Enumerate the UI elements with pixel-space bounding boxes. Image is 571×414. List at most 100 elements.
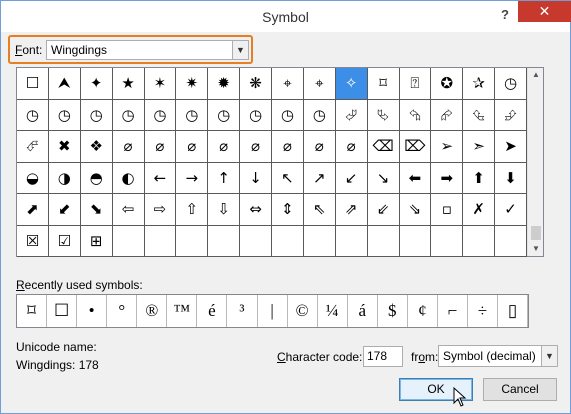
symbol-cell[interactable]: ⬇ <box>495 162 527 194</box>
recent-symbol-cell[interactable]: | <box>258 295 288 327</box>
symbol-cell[interactable]: ⇕ <box>272 194 304 226</box>
symbol-grid-scrollbar[interactable]: ▲ ▼ <box>527 68 543 256</box>
symbol-cell-empty[interactable] <box>144 225 177 257</box>
symbol-cell[interactable]: ✰ <box>463 68 496 100</box>
symbol-cell-empty[interactable] <box>303 225 336 257</box>
recent-symbol-cell[interactable]: ÷ <box>468 295 498 327</box>
symbol-cell[interactable]: ⬆ <box>463 162 496 194</box>
symbol-cell[interactable]: ⇦ <box>112 194 145 226</box>
symbol-cell[interactable]: ✗ <box>463 194 496 226</box>
symbol-cell-empty[interactable] <box>495 225 527 257</box>
symbol-cell[interactable]: ⌀ <box>335 131 368 163</box>
symbol-cell[interactable]: ⬋ <box>48 194 81 226</box>
symbol-cell[interactable]: ❖ <box>80 131 113 163</box>
symbol-cell[interactable]: ⌀ <box>240 131 272 163</box>
recent-symbol-cell[interactable]: ° <box>107 295 138 327</box>
symbol-cell[interactable]: ↙ <box>335 162 368 194</box>
symbol-cell-empty[interactable] <box>367 225 400 257</box>
symbol-cell[interactable]: ◷ <box>208 99 241 131</box>
symbol-cell[interactable]: ⮶ <box>17 131 49 163</box>
symbol-cell[interactable]: ⌖ <box>272 68 304 100</box>
recent-symbol-cell[interactable]: $ <box>378 295 408 327</box>
symbol-cell[interactable]: ↘ <box>367 162 400 194</box>
scroll-thumb[interactable] <box>531 226 541 240</box>
symbol-cell[interactable]: ⌖ <box>303 68 336 100</box>
symbol-cell[interactable]: ⍰ <box>399 68 432 100</box>
symbol-cell[interactable]: ☒ <box>17 225 49 257</box>
recent-symbol-cell[interactable]: é <box>197 295 228 327</box>
help-button[interactable]: ? <box>498 7 512 25</box>
symbol-cell[interactable]: ⬅ <box>399 162 432 194</box>
symbol-cell[interactable]: ⌫ <box>367 131 400 163</box>
symbol-cell[interactable]: ❋ <box>240 68 272 100</box>
symbol-cell[interactable]: ⮵ <box>495 99 527 131</box>
symbol-cell[interactable]: ↖ <box>272 162 304 194</box>
close-button[interactable]: ✕ <box>518 1 571 22</box>
character-code-input[interactable]: 178 <box>363 346 403 367</box>
symbol-cell[interactable]: ↑ <box>208 162 241 194</box>
recent-symbol-cell[interactable]: ⌐ <box>438 295 468 327</box>
symbol-cell-empty[interactable] <box>176 225 209 257</box>
symbol-cell[interactable]: ◷ <box>80 99 113 131</box>
symbol-cell[interactable]: ➣ <box>463 131 496 163</box>
symbol-cell[interactable]: ✶ <box>144 68 177 100</box>
symbol-cell[interactable]: ⇩ <box>208 194 241 226</box>
symbol-cell-empty[interactable] <box>208 225 241 257</box>
recent-symbol-cell[interactable]: ³ <box>227 295 258 327</box>
symbol-cell[interactable]: ⌦ <box>399 131 432 163</box>
recent-symbol-cell[interactable]: ¼ <box>318 295 348 327</box>
symbol-cell[interactable]: ⮱ <box>367 99 400 131</box>
symbol-cell[interactable]: ◒ <box>17 162 49 194</box>
symbol-cell[interactable]: ⇙ <box>367 194 400 226</box>
recent-symbol-cell[interactable]: ☐ <box>47 295 78 327</box>
symbol-cell[interactable]: ◷ <box>272 99 304 131</box>
symbol-cell[interactable]: ⇘ <box>399 194 432 226</box>
symbol-cell[interactable]: ✷ <box>176 68 209 100</box>
symbol-cell-empty[interactable] <box>463 225 496 257</box>
symbol-cell[interactable]: ◷ <box>240 99 272 131</box>
symbol-cell[interactable]: ◷ <box>112 99 145 131</box>
symbol-cell[interactable]: ☐ <box>17 68 49 100</box>
symbol-cell[interactable]: ◷ <box>495 68 527 100</box>
symbol-cell[interactable]: ⌀ <box>208 131 241 163</box>
symbol-cell-empty[interactable] <box>272 225 304 257</box>
symbol-cell[interactable]: ✹ <box>208 68 241 100</box>
symbol-cell[interactable]: ◐ <box>112 162 145 194</box>
symbol-cell[interactable]: ⬊ <box>80 194 113 226</box>
symbol-cell[interactable]: ➢ <box>431 131 464 163</box>
symbol-cell[interactable]: ◷ <box>144 99 177 131</box>
recent-symbol-cell[interactable]: • <box>77 295 108 327</box>
symbol-cell[interactable]: ★ <box>112 68 145 100</box>
symbol-cell[interactable]: ▫ <box>431 194 464 226</box>
symbol-cell-empty[interactable] <box>431 225 464 257</box>
symbol-cell[interactable]: ↓ <box>240 162 272 194</box>
symbol-cell[interactable]: ⮳ <box>431 99 464 131</box>
recent-symbol-cell[interactable]: ® <box>137 295 168 327</box>
symbol-cell[interactable]: ⇧ <box>176 194 209 226</box>
symbol-cell[interactable]: ◷ <box>176 99 209 131</box>
symbol-cell[interactable]: ⇨ <box>144 194 177 226</box>
symbol-cell[interactable]: ⌀ <box>176 131 209 163</box>
scroll-up-icon[interactable]: ▲ <box>528 68 544 82</box>
chevron-down-icon[interactable]: ▼ <box>541 346 557 366</box>
symbol-cell[interactable]: ⮰ <box>335 99 368 131</box>
symbol-cell[interactable]: ⮲ <box>399 99 432 131</box>
symbol-cell[interactable]: ✦ <box>80 68 113 100</box>
symbol-cell[interactable]: ⌀ <box>303 131 336 163</box>
recent-symbol-cell[interactable]: © <box>288 295 318 327</box>
symbol-cell[interactable]: ↗ <box>303 162 336 194</box>
symbol-cell[interactable]: ☑ <box>48 225 81 257</box>
symbol-cell[interactable]: ◑ <box>48 162 81 194</box>
symbol-cell[interactable]: ✓ <box>495 194 527 226</box>
scroll-down-icon[interactable]: ▼ <box>528 242 544 256</box>
symbol-cell[interactable]: ➤ <box>495 131 527 163</box>
symbol-cell[interactable]: ➡ <box>431 162 464 194</box>
recent-symbol-cell[interactable]: ¢ <box>408 295 438 327</box>
symbol-cell[interactable]: ⮝ <box>48 68 81 100</box>
symbol-cell[interactable]: ⇗ <box>335 194 368 226</box>
symbol-cell[interactable]: ◷ <box>303 99 336 131</box>
symbol-cell[interactable]: ◷ <box>17 99 49 131</box>
symbol-cell[interactable]: ⬈ <box>17 194 49 226</box>
font-dropdown[interactable]: Wingdings ▼ <box>46 40 249 60</box>
recent-symbol-cell[interactable]: ▯ <box>498 295 529 327</box>
